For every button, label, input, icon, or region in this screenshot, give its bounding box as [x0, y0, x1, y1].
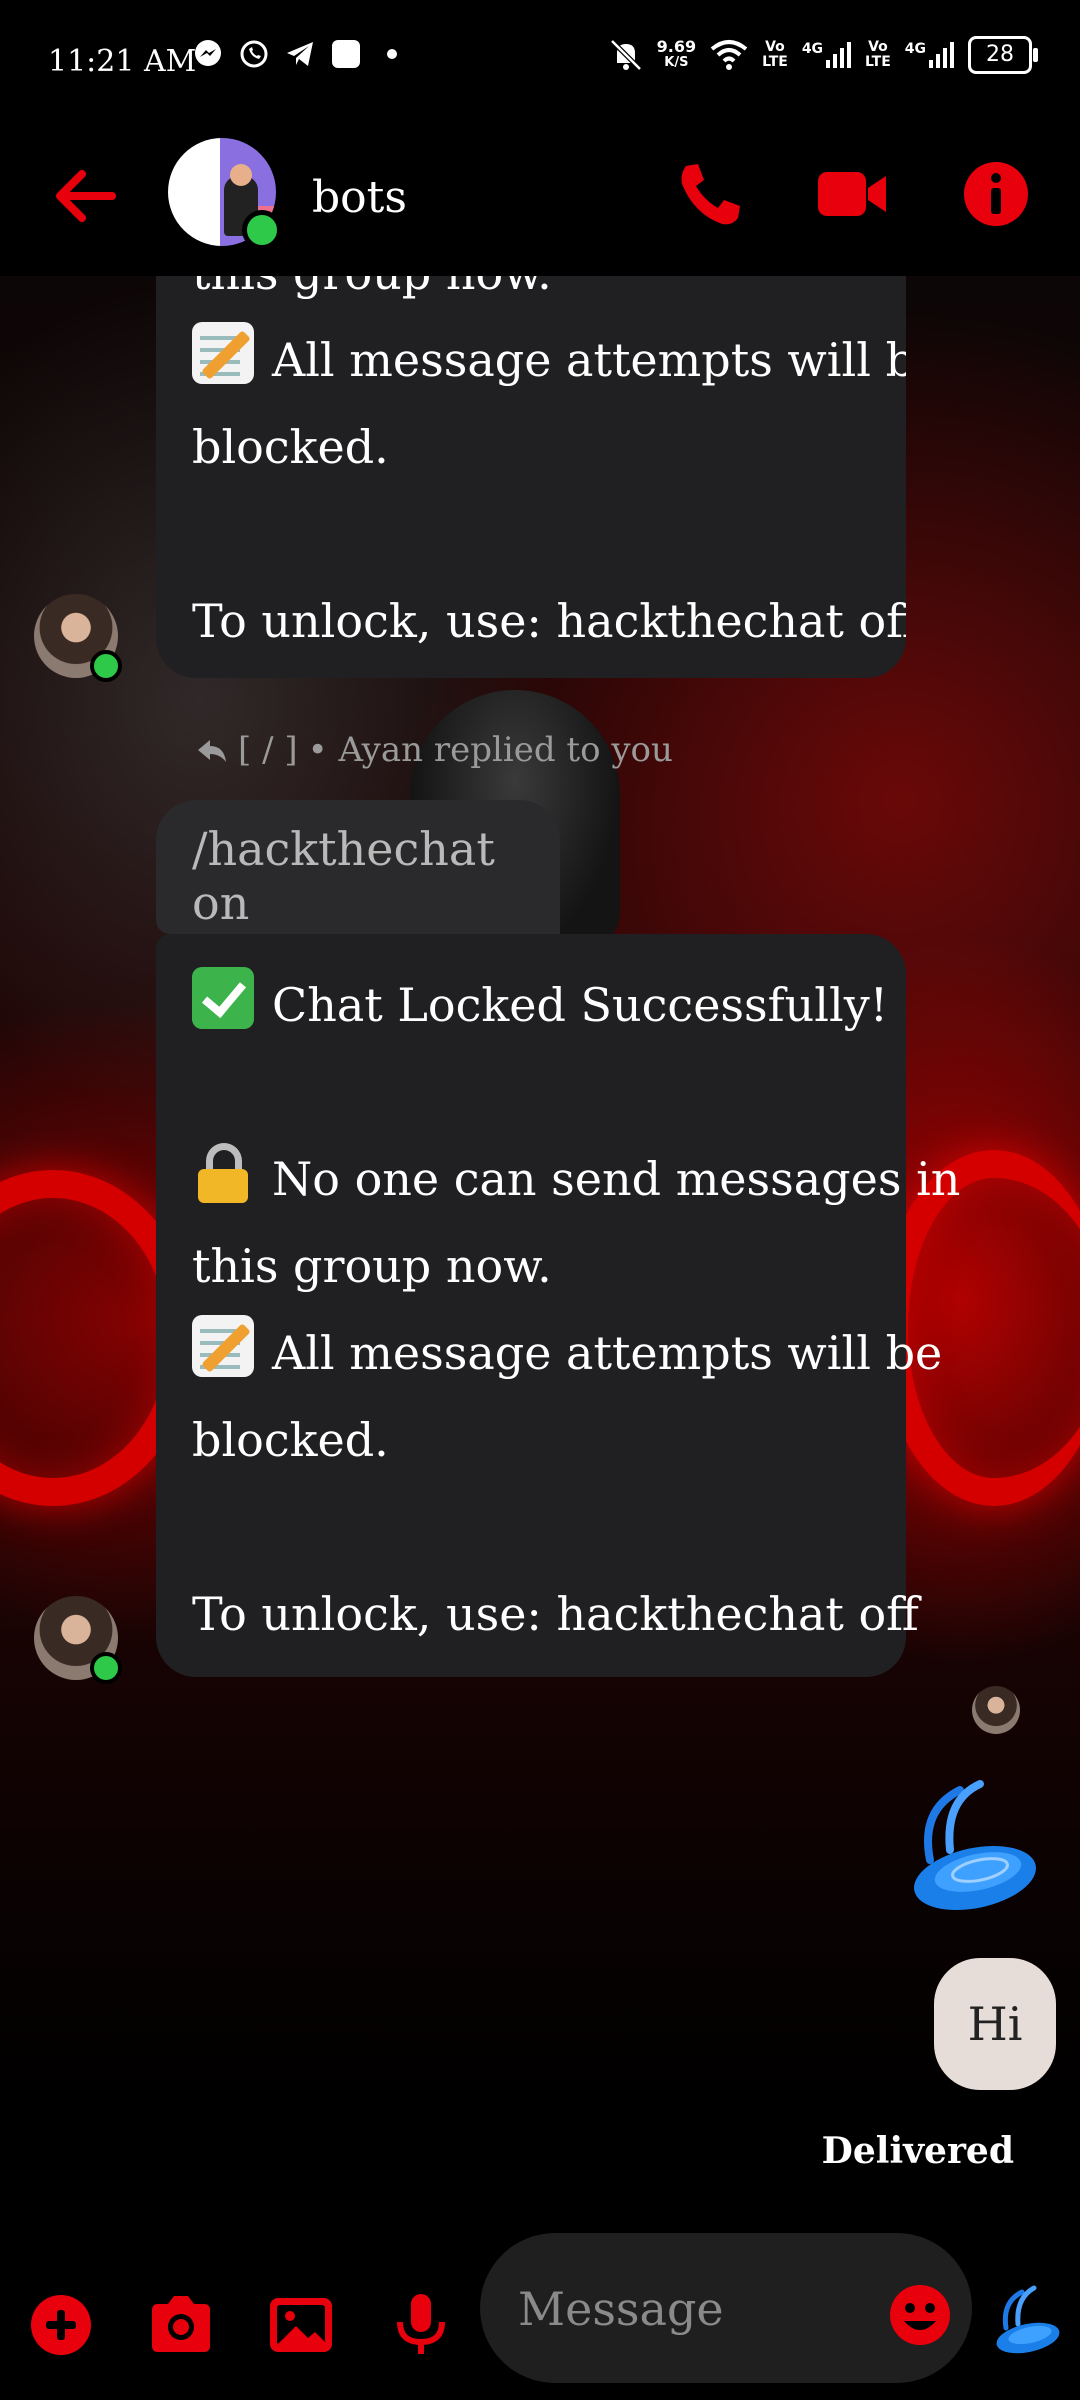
- status-indicators: 9.69 K/S Vo LTE 4G Vo LTE 4G 28: [609, 36, 1038, 74]
- message-input[interactable]: [516, 2233, 880, 2385]
- sim1-signal-icon: 4G: [801, 41, 852, 68]
- message-line: [192, 1484, 960, 1571]
- sim2-gen: 4G: [904, 41, 926, 57]
- battery-indicator: 28: [968, 36, 1038, 74]
- message-line: this group now.: [192, 276, 906, 317]
- back-arrow-icon[interactable]: [50, 166, 120, 226]
- phone-call-icon[interactable]: [672, 156, 748, 232]
- reply-context: [ / ] • Ayan replied to you: [196, 730, 673, 770]
- message-composer: [0, 2220, 1080, 2400]
- sim2-label-top: Vo: [868, 39, 888, 55]
- memo-emoji-icon: [192, 322, 254, 384]
- message-line: To unlock, use: hackthechat off: [192, 594, 906, 648]
- plus-icon[interactable]: [26, 2290, 96, 2360]
- frisbee-sticker-icon[interactable]: [890, 1770, 1040, 1920]
- online-indicator: [90, 650, 122, 682]
- check-mark-emoji-icon: [192, 967, 254, 1029]
- app-square-icon: [332, 40, 360, 68]
- telegram-icon: [287, 42, 313, 66]
- message-line: To unlock, use: hackthechat off: [192, 1587, 919, 1641]
- sim1-label-bottom: LTE: [762, 54, 788, 70]
- message-line: [192, 491, 906, 578]
- message-line: Chat Locked Successfully!: [192, 962, 960, 1049]
- sim2-signal-icon: 4G: [905, 42, 954, 68]
- status-time: 11:21 AM: [48, 44, 197, 79]
- bell-muted-icon: [609, 39, 642, 71]
- sim1-volte: Vo LTE: [762, 40, 788, 70]
- message-line: blocked.: [192, 1413, 389, 1467]
- net-speed-unit: K/S: [664, 55, 689, 70]
- message-input-container[interactable]: [480, 2233, 972, 2385]
- camera-icon[interactable]: [146, 2290, 216, 2360]
- message-line: No one can send messages in: [192, 1136, 960, 1223]
- message-line: All message attempts will be: [192, 1310, 960, 1397]
- chat-header: bots: [0, 116, 1080, 276]
- reply-quote-symbol: [ / ]: [238, 730, 298, 770]
- sender-avatar[interactable]: [34, 594, 122, 682]
- message-bubble-incoming[interactable]: Chat Locked Successfully! No one can sen…: [156, 934, 960, 1677]
- whatsapp-icon: [240, 40, 268, 68]
- sim1-gen: 4G: [801, 41, 824, 57]
- quoted-message[interactable]: /hackthechat on: [156, 800, 560, 934]
- message-line: blocked.: [192, 420, 389, 474]
- sim2-label-bottom: LTE: [865, 54, 891, 70]
- message-line-text: All message attempts will be: [272, 333, 906, 387]
- delivery-status: Delivered: [821, 2130, 1014, 2172]
- info-icon[interactable]: [958, 156, 1034, 232]
- sim2-volte: Vo LTE: [865, 40, 891, 70]
- message-line-text: Chat Locked Successfully!: [272, 978, 889, 1032]
- sender-avatar[interactable]: [34, 1596, 122, 1684]
- message-line: [192, 1049, 960, 1136]
- online-indicator: [242, 210, 282, 250]
- status-app-icons: [192, 38, 408, 70]
- memo-emoji-icon: [192, 1315, 254, 1377]
- chat-title[interactable]: bots: [312, 172, 407, 223]
- message-bubble-outgoing[interactable]: Hi: [934, 1958, 1056, 2090]
- net-speed-value: 9.69: [656, 37, 697, 56]
- lock-emoji-icon: [192, 1141, 254, 1203]
- wifi-icon: [710, 40, 748, 70]
- status-bar: 11:21 AM 9.69 K/S Vo LTE 4G Vo LTE 4G 28: [0, 0, 1080, 116]
- message-line: this group now.: [192, 1239, 552, 1293]
- read-receipt-avatar: [972, 1686, 1020, 1734]
- message-line: All message attempts will be: [192, 317, 906, 404]
- gallery-icon[interactable]: [266, 2290, 336, 2360]
- dot-icon: [387, 49, 397, 59]
- quick-reaction-frisbee-icon[interactable]: [984, 2284, 1064, 2356]
- message-line-text: All message attempts will be: [272, 1326, 943, 1380]
- net-speed: 9.69 K/S: [657, 39, 696, 71]
- message-line-text: No one can send messages in: [272, 1152, 961, 1206]
- reply-meta-text: • Ayan replied to you: [307, 730, 673, 770]
- sim1-label-top: Vo: [765, 39, 785, 55]
- reply-arrow-icon: [198, 740, 226, 762]
- emoji-icon[interactable]: [888, 2283, 952, 2347]
- online-indicator: [90, 1652, 122, 1684]
- microphone-icon[interactable]: [386, 2290, 456, 2360]
- message-bubble-incoming[interactable]: this group now. All message attempts wil…: [156, 276, 906, 678]
- video-call-icon[interactable]: [814, 156, 890, 232]
- messenger-icon: [195, 40, 221, 66]
